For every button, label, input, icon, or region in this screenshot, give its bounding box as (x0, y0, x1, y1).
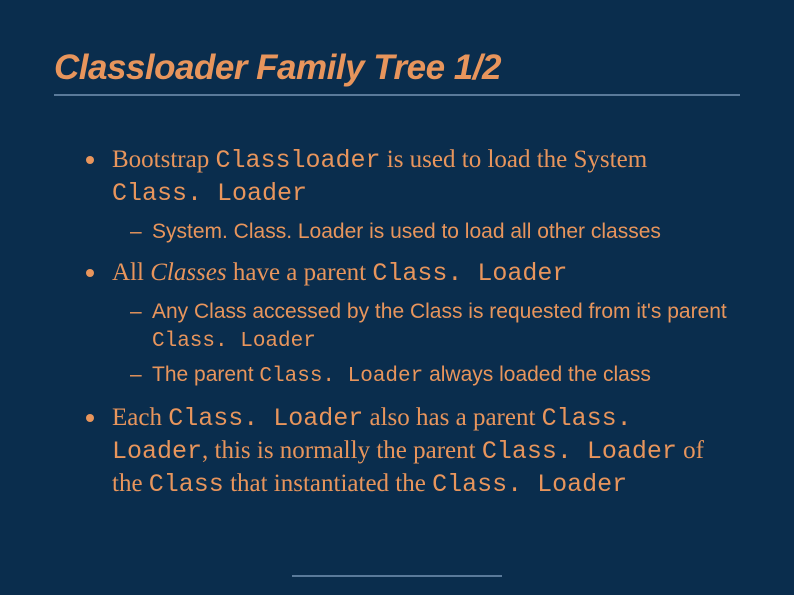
sub-bullet: The parent Class. Loader always loaded t… (112, 361, 740, 390)
bullet-3: Each Class. Loader also has a parent Cla… (86, 402, 740, 501)
code: Class. Loader (432, 470, 627, 499)
code: Class. Loader (482, 437, 677, 466)
bullet-2: All Classes have a parent Class. Loader … (86, 257, 740, 390)
text: also has a parent (363, 404, 541, 431)
code: Class. Loader (372, 259, 567, 288)
code: Class. Loader (168, 404, 363, 433)
sub-bullet: System. Class. Loader is used to load al… (112, 218, 740, 245)
slide-content: Bootstrap Classloader is used to load th… (54, 144, 740, 501)
text: have a parent (227, 259, 373, 286)
code: Class. Loader (152, 330, 316, 353)
title-divider (54, 94, 740, 96)
text: The parent (152, 363, 259, 386)
text: is used to load the System (381, 146, 648, 173)
slide-title: Classloader Family Tree 1/2 (54, 48, 740, 88)
italic-text: Classes (150, 259, 226, 286)
sub-bullet: Any Class accessed by the Class is reque… (112, 298, 740, 355)
bullet-1: Bootstrap Classloader is used to load th… (86, 144, 740, 245)
slide: Classloader Family Tree 1/2 Bootstrap Cl… (0, 0, 794, 595)
code: Classloader (215, 146, 380, 175)
text: All (112, 259, 150, 286)
code: Class. Loader (112, 179, 307, 208)
text: System. Class. Loader is used to load al… (152, 220, 661, 243)
code: Class. Loader (259, 365, 423, 388)
sub-list: Any Class accessed by the Class is reque… (112, 298, 740, 390)
sub-list: System. Class. Loader is used to load al… (112, 218, 740, 245)
text: Bootstrap (112, 146, 215, 173)
text: that instantiated the (224, 470, 432, 497)
text: Any Class accessed by the Class is reque… (152, 300, 727, 323)
code: Class (149, 470, 224, 499)
bullet-list: Bootstrap Classloader is used to load th… (86, 144, 740, 501)
footer-divider (292, 575, 502, 577)
text: Each (112, 404, 168, 431)
text: , this is normally the parent (202, 437, 482, 464)
text: always loaded the class (423, 363, 651, 386)
